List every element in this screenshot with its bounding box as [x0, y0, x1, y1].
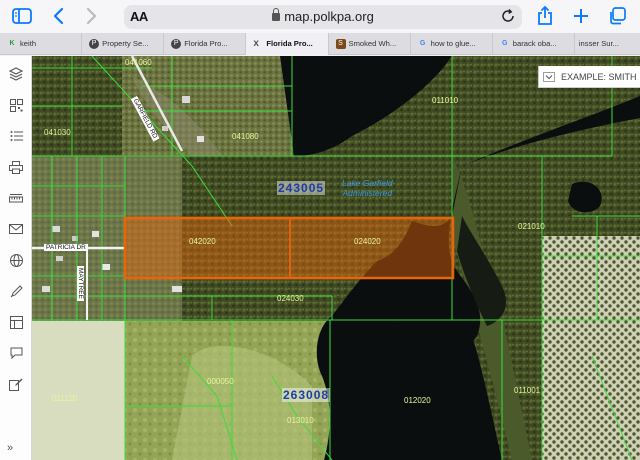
parcel-label: 011001: [514, 386, 541, 395]
parcel-label: 011010: [432, 96, 459, 105]
map-view[interactable]: 041060 041080 041030 011010 042020 02402…: [32, 56, 640, 460]
share-icon[interactable]: [534, 4, 556, 28]
url-text[interactable]: map.polkpa.org: [124, 8, 522, 24]
lock-icon: [272, 8, 281, 21]
tab-favicon-icon: G: [502, 40, 508, 47]
expand-rail-button[interactable]: »: [7, 442, 13, 454]
sidebar-toggle-icon[interactable]: [10, 4, 34, 28]
tab-bar: K keith P Property Se... P Florida Pro..…: [0, 33, 640, 55]
list-icon[interactable]: [8, 128, 24, 144]
tab-barack[interactable]: G barack oba...: [493, 33, 575, 55]
url-label: map.polkpa.org: [284, 9, 374, 24]
tab-favicon-icon: G: [419, 40, 426, 47]
road-label: PATRICIA DR: [44, 244, 88, 251]
layers-icon[interactable]: [8, 66, 24, 82]
table-icon[interactable]: [8, 314, 24, 330]
tab-label: keith: [20, 39, 37, 48]
tab-label: Smoked Wh...: [348, 39, 397, 48]
parcel-label: 000050: [207, 377, 234, 386]
tab-how-to-glue[interactable]: G how to glue...: [411, 33, 493, 55]
new-tab-icon[interactable]: [570, 4, 592, 28]
edit-form-icon[interactable]: [8, 376, 24, 392]
comment-icon[interactable]: [8, 345, 24, 361]
tab-florida-property-2[interactable]: x Florida Pro...: [246, 33, 329, 55]
parcel-label: 041060: [125, 58, 152, 67]
parcel-label: 021010: [518, 222, 545, 231]
tab-property-search[interactable]: P Property Se...: [82, 33, 165, 55]
parcel-label: 012020: [404, 396, 431, 405]
section-label: 243005: [277, 181, 326, 195]
tab-label: how to glue...: [430, 39, 476, 48]
tab-label: Florida Pro...: [184, 39, 228, 48]
tab-label: insser Sur...: [578, 39, 619, 48]
lake-label: Lake Garfield Administered: [342, 178, 393, 198]
parcel-label: 042020: [189, 237, 216, 246]
tab-smoked[interactable]: S Smoked Wh...: [329, 33, 411, 55]
tab-favicon-icon: P: [89, 39, 100, 49]
parcel-search-input[interactable]: [561, 68, 639, 86]
tab-florida-property-1[interactable]: P Florida Pro...: [164, 33, 247, 55]
tab-label: Property Se...: [102, 39, 149, 48]
browser-toolbar: AA map.polkpa.org: [0, 0, 640, 33]
forward-icon[interactable]: [82, 4, 102, 28]
address-bar[interactable]: AA map.polkpa.org: [124, 5, 522, 29]
measure-icon[interactable]: [8, 190, 24, 206]
parcel-label: 041080: [232, 132, 259, 141]
tab-favicon-icon: P: [171, 39, 182, 49]
reload-icon[interactable]: [500, 8, 516, 29]
tab-keith[interactable]: K keith: [0, 33, 83, 55]
parcel-label: 011120: [52, 394, 78, 403]
qr-grid-icon[interactable]: [8, 97, 24, 113]
section-label: 263008: [282, 388, 331, 402]
tab-favicon-icon: S: [335, 39, 346, 49]
map-tool-rail: »: [0, 56, 32, 460]
tab-insser[interactable]: insser Sur...: [575, 33, 640, 55]
tab-close-icon[interactable]: x: [253, 37, 259, 51]
globe-icon[interactable]: [8, 252, 24, 268]
tab-label: Florida Pro...: [266, 39, 313, 48]
parcel-label: 041030: [44, 128, 71, 137]
mail-icon[interactable]: [8, 221, 24, 237]
parcel-label: 024020: [354, 237, 381, 246]
selected-parcel: [123, 216, 455, 280]
parcel-label: 024030: [277, 294, 304, 303]
parcel-search-box[interactable]: [538, 66, 640, 88]
pencil-icon[interactable]: [8, 283, 24, 299]
tab-overview-icon[interactable]: [606, 4, 628, 28]
tab-favicon-icon: K: [9, 40, 15, 47]
aerial-imagery: [32, 56, 640, 460]
back-icon[interactable]: [48, 4, 68, 28]
print-icon[interactable]: [8, 159, 24, 175]
chevron-down-icon[interactable]: [543, 72, 555, 82]
tab-label: barack oba...: [512, 39, 557, 48]
parcel-label: 013010: [287, 416, 314, 425]
road-label: MAYTREE: [77, 266, 84, 301]
